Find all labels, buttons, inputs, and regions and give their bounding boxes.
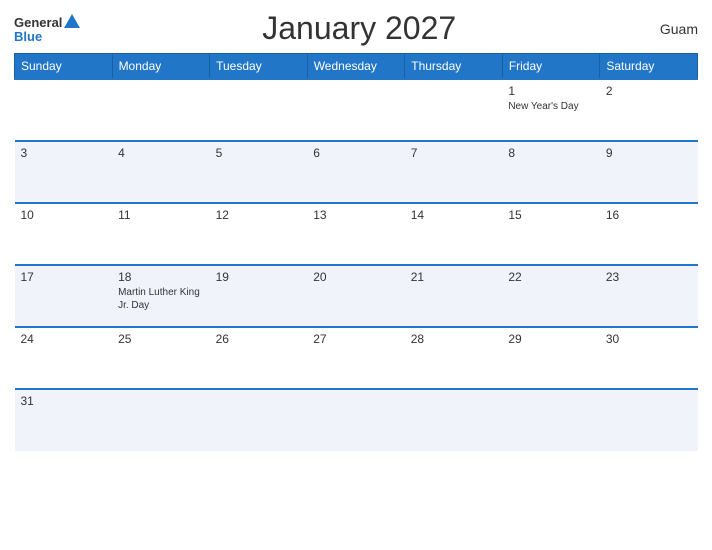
day-number: 28 <box>411 332 497 346</box>
col-thursday: Thursday <box>405 54 503 80</box>
day-number: 25 <box>118 332 204 346</box>
calendar-cell: 15 <box>502 203 600 265</box>
calendar-cell: 22 <box>502 265 600 327</box>
day-number: 1 <box>508 84 594 98</box>
logo-blue-text: Blue <box>14 30 42 43</box>
calendar-cell <box>405 389 503 451</box>
calendar-cell: 5 <box>210 141 308 203</box>
day-number: 22 <box>508 270 594 284</box>
calendar-cell: 23 <box>600 265 698 327</box>
day-number: 2 <box>606 84 692 98</box>
calendar-cell <box>15 79 113 141</box>
calendar-week-row: 3456789 <box>15 141 698 203</box>
day-number: 9 <box>606 146 692 160</box>
calendar-cell: 25 <box>112 327 210 389</box>
calendar-table: Sunday Monday Tuesday Wednesday Thursday… <box>14 53 698 451</box>
calendar-cell: 13 <box>307 203 405 265</box>
col-sunday: Sunday <box>15 54 113 80</box>
calendar-week-row: 10 11 12 13 14 15 16 <box>15 203 698 265</box>
calendar-cell: 18 Martin Luther King Jr. Day <box>112 265 210 327</box>
calendar-cell: 11 <box>112 203 210 265</box>
day-number: 15 <box>508 208 594 222</box>
day-number: 23 <box>606 270 692 284</box>
calendar-cell: 26 <box>210 327 308 389</box>
calendar-cell: 3 <box>15 141 113 203</box>
day-number: 6 <box>313 146 399 160</box>
calendar-cell <box>112 79 210 141</box>
calendar-cell: 24 <box>15 327 113 389</box>
day-number: 21 <box>411 270 497 284</box>
day-number: 18 <box>118 270 204 284</box>
calendar-cell: 21 <box>405 265 503 327</box>
day-number: 5 <box>216 146 302 160</box>
holiday-name: Martin Luther King Jr. Day <box>118 286 204 312</box>
logo: General Blue <box>14 14 80 43</box>
day-number: 19 <box>216 270 302 284</box>
col-monday: Monday <box>112 54 210 80</box>
calendar-cell: 1 New Year's Day <box>502 79 600 141</box>
calendar-cell <box>210 79 308 141</box>
col-saturday: Saturday <box>600 54 698 80</box>
calendar-cell: 30 <box>600 327 698 389</box>
day-number: 3 <box>21 146 107 160</box>
calendar-cell <box>210 389 308 451</box>
day-number: 14 <box>411 208 497 222</box>
calendar-header-row: Sunday Monday Tuesday Wednesday Thursday… <box>15 54 698 80</box>
day-number: 11 <box>118 208 204 222</box>
day-number: 30 <box>606 332 692 346</box>
region-label: Guam <box>638 21 698 37</box>
calendar-week-row: 24 25 26 27 28 29 30 <box>15 327 698 389</box>
day-number: 24 <box>21 332 107 346</box>
calendar-week-row: 31 <box>15 389 698 451</box>
calendar-cell <box>307 389 405 451</box>
calendar-cell: 2 <box>600 79 698 141</box>
calendar-week-row: 1 New Year's Day 2 <box>15 79 698 141</box>
calendar-cell: 16 <box>600 203 698 265</box>
day-number: 27 <box>313 332 399 346</box>
day-number: 8 <box>508 146 594 160</box>
calendar-cell <box>600 389 698 451</box>
logo-triangle-icon <box>64 14 80 28</box>
calendar-cell: 27 <box>307 327 405 389</box>
calendar-cell <box>307 79 405 141</box>
day-number: 13 <box>313 208 399 222</box>
day-number: 12 <box>216 208 302 222</box>
calendar-cell: 6 <box>307 141 405 203</box>
col-friday: Friday <box>502 54 600 80</box>
day-number: 29 <box>508 332 594 346</box>
logo-general-text: General <box>14 16 62 29</box>
holiday-name: New Year's Day <box>508 100 594 113</box>
calendar-cell: 4 <box>112 141 210 203</box>
calendar-cell <box>502 389 600 451</box>
calendar-cell: 14 <box>405 203 503 265</box>
calendar-cell: 31 <box>15 389 113 451</box>
calendar-cell: 19 <box>210 265 308 327</box>
calendar-cell: 12 <box>210 203 308 265</box>
calendar-cell <box>112 389 210 451</box>
calendar-cell <box>405 79 503 141</box>
calendar-cell: 28 <box>405 327 503 389</box>
calendar-cell: 17 <box>15 265 113 327</box>
day-number: 17 <box>21 270 107 284</box>
day-number: 16 <box>606 208 692 222</box>
day-number: 7 <box>411 146 497 160</box>
calendar-page: General Blue January 2027 Guam Sunday Mo… <box>0 0 712 550</box>
col-wednesday: Wednesday <box>307 54 405 80</box>
calendar-cell: 9 <box>600 141 698 203</box>
day-number: 31 <box>21 394 107 408</box>
calendar-cell: 20 <box>307 265 405 327</box>
calendar-title: January 2027 <box>80 10 638 47</box>
day-number: 20 <box>313 270 399 284</box>
calendar-cell: 7 <box>405 141 503 203</box>
calendar-cell: 29 <box>502 327 600 389</box>
day-number: 4 <box>118 146 204 160</box>
calendar-cell: 8 <box>502 141 600 203</box>
col-tuesday: Tuesday <box>210 54 308 80</box>
calendar-week-row: 17 18 Martin Luther King Jr. Day 19 20 21 22 23 <box>15 265 698 327</box>
day-number: 10 <box>21 208 107 222</box>
day-number: 26 <box>216 332 302 346</box>
header: General Blue January 2027 Guam <box>14 10 698 47</box>
calendar-cell: 10 <box>15 203 113 265</box>
